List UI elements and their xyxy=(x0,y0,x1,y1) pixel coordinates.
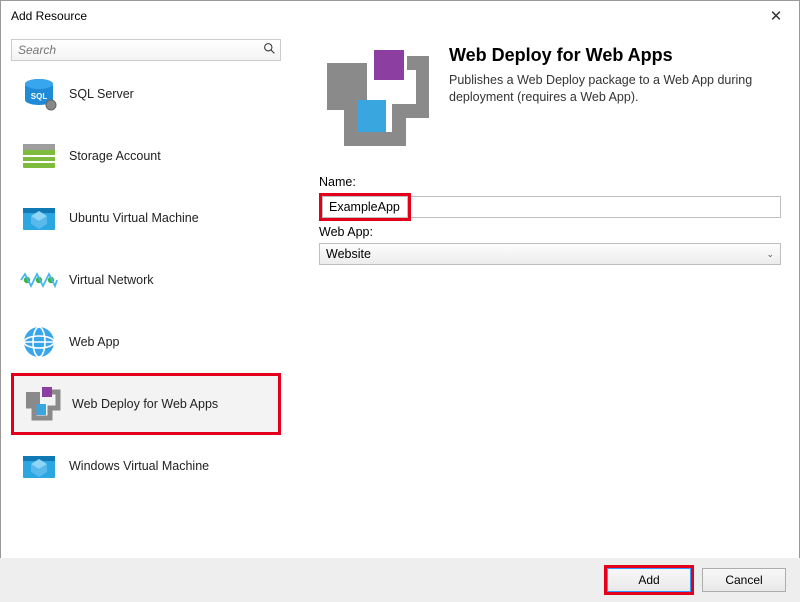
webapp-label: Web App: xyxy=(319,225,781,239)
resource-list-pane: SQL SQL Server xyxy=(1,31,289,559)
windows-vm-icon xyxy=(17,444,61,488)
webapp-icon xyxy=(17,320,61,364)
webdeploy-icon xyxy=(20,382,64,426)
add-button[interactable]: Add xyxy=(607,568,691,592)
resource-item-ubuntu-vm[interactable]: Ubuntu Virtual Machine xyxy=(11,187,281,249)
resource-item-label: Web App xyxy=(69,335,120,349)
resource-item-sql-server[interactable]: SQL SQL Server xyxy=(11,63,281,125)
window-title: Add Resource xyxy=(11,9,87,23)
vnet-icon xyxy=(17,258,61,302)
resource-item-webdeploy[interactable]: Web Deploy for Web Apps xyxy=(11,373,281,435)
resource-item-webapp[interactable]: Web App xyxy=(11,311,281,373)
storage-icon xyxy=(17,134,61,178)
search-icon xyxy=(263,42,276,58)
resource-item-label: Storage Account xyxy=(69,149,161,163)
detail-description: Publishes a Web Deploy package to a Web … xyxy=(449,72,779,106)
resource-item-label: Windows Virtual Machine xyxy=(69,459,209,473)
resource-item-label: Web Deploy for Web Apps xyxy=(72,397,218,411)
resource-item-vnet[interactable]: Virtual Network xyxy=(11,249,281,311)
titlebar: Add Resource ✕ xyxy=(1,1,799,31)
ubuntu-vm-icon xyxy=(17,196,61,240)
webdeploy-large-icon xyxy=(319,45,429,155)
svg-text:SQL: SQL xyxy=(31,92,48,101)
cancel-button[interactable]: Cancel xyxy=(702,568,786,592)
close-icon[interactable]: ✕ xyxy=(761,7,791,25)
resource-item-windows-vm[interactable]: Windows Virtual Machine xyxy=(11,435,281,497)
name-label: Name: xyxy=(319,175,781,189)
dialog-footer: Add Cancel xyxy=(0,558,800,602)
resource-list: SQL SQL Server xyxy=(11,63,281,551)
detail-title: Web Deploy for Web Apps xyxy=(449,45,779,66)
webapp-selected-value: Website xyxy=(326,247,371,261)
webapp-dropdown[interactable]: Website ⌄ xyxy=(319,243,781,265)
chevron-down-icon: ⌄ xyxy=(766,249,774,260)
search-box[interactable] xyxy=(11,39,281,61)
name-input[interactable] xyxy=(322,196,408,218)
resource-item-label: SQL Server xyxy=(69,87,134,101)
resource-item-label: Ubuntu Virtual Machine xyxy=(69,211,199,225)
resource-item-label: Virtual Network xyxy=(69,273,154,287)
resource-item-storage[interactable]: Storage Account xyxy=(11,125,281,187)
search-input[interactable] xyxy=(16,43,263,57)
sql-server-icon: SQL xyxy=(17,72,61,116)
detail-pane: Web Deploy for Web Apps Publishes a Web … xyxy=(289,31,799,559)
